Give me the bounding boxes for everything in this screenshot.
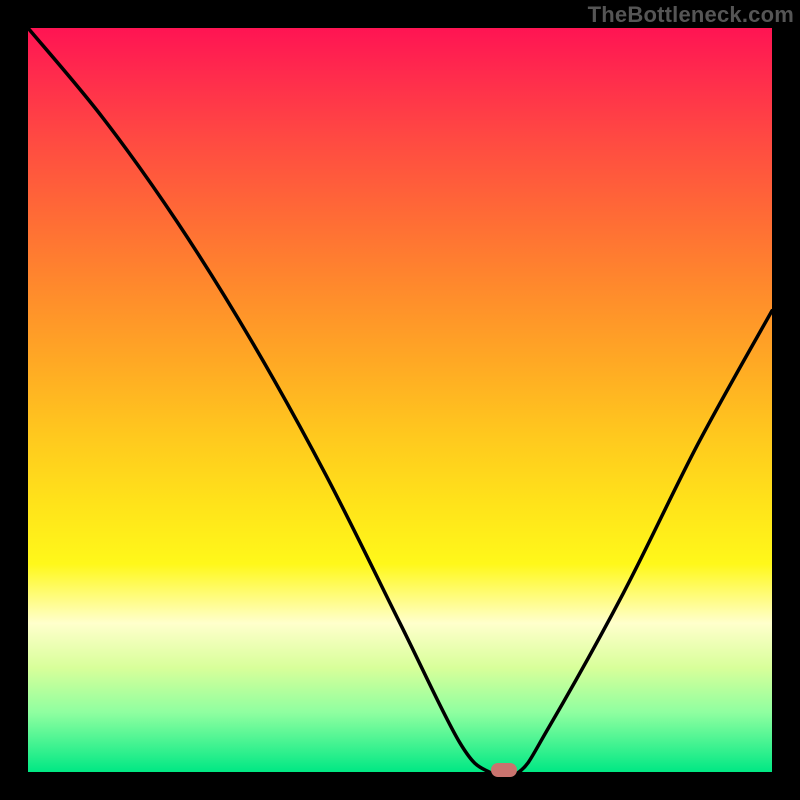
bottleneck-curve bbox=[28, 28, 772, 772]
plot-area bbox=[28, 28, 772, 772]
curve-path bbox=[28, 28, 772, 772]
chart-container: TheBottleneck.com bbox=[0, 0, 800, 800]
optimum-marker bbox=[491, 763, 517, 777]
watermark-text: TheBottleneck.com bbox=[588, 2, 794, 28]
